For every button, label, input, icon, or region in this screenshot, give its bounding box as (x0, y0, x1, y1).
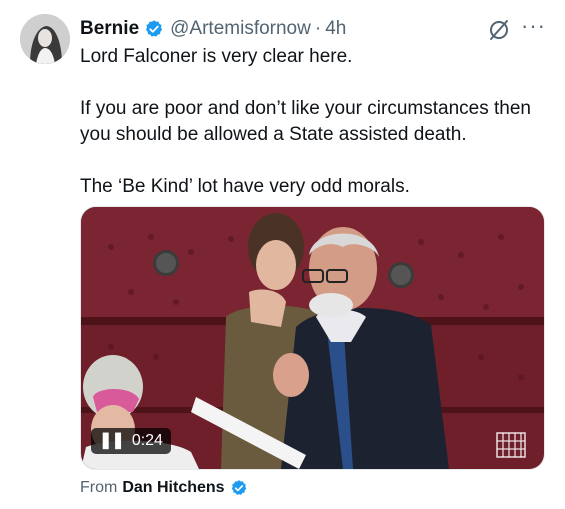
avatar[interactable] (20, 14, 70, 64)
video-duration: 0:24 (131, 432, 163, 449)
verified-badge-icon (230, 479, 248, 497)
portcullis-icon (493, 429, 529, 461)
timestamp[interactable]: 4h (325, 18, 346, 40)
tweet-text: Lord Falconer is very clear here. If you… (80, 44, 550, 200)
tweet-line-3: The ‘Be Kind’ lot have very odd morals. (80, 176, 410, 197)
tweet-line-1: Lord Falconer is very clear here. (80, 46, 353, 67)
video-player[interactable]: ❚❚ 0:24 (80, 206, 545, 470)
tweet-header: Bernie @Artemisfornow · 4h (80, 16, 346, 42)
playback-badge[interactable]: ❚❚ 0:24 (91, 428, 171, 454)
media-source: From Dan Hitchens (80, 479, 248, 497)
verified-badge-icon (144, 19, 164, 39)
grok-icon[interactable] (487, 18, 511, 42)
source-name[interactable]: Dan Hitchens (122, 479, 224, 497)
author-name[interactable]: Bernie (80, 18, 139, 40)
more-horizontal-icon[interactable]: ··· (521, 14, 546, 38)
header-separator: · (314, 18, 322, 39)
tweet-line-2: If you are poor and don’t like your circ… (80, 98, 531, 145)
pause-icon[interactable]: ❚❚ (99, 428, 125, 454)
author-handle[interactable]: @Artemisfornow (170, 18, 311, 40)
avatar-image (20, 14, 70, 64)
source-prefix: From (80, 479, 118, 496)
